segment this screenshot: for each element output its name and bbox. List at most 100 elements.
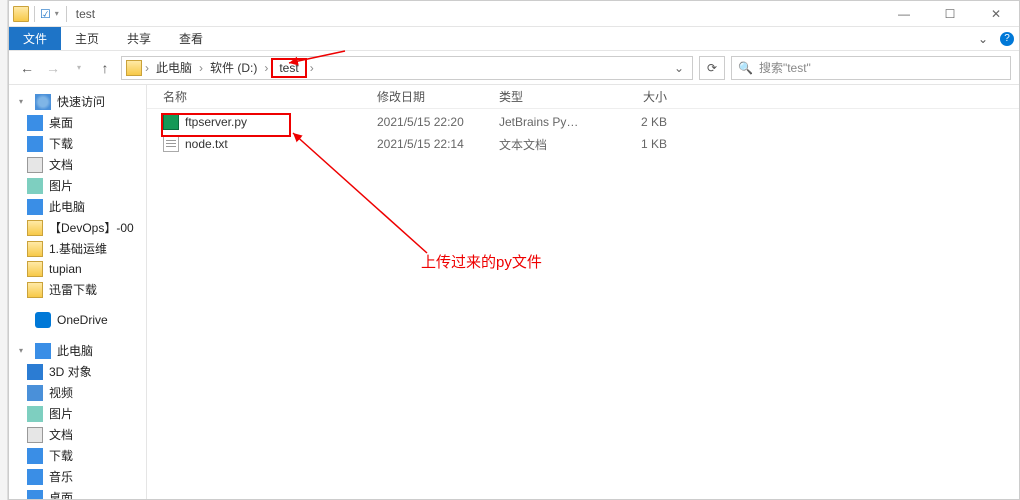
sidebar-item-label: 文档 [49,156,73,173]
sidebar-item-label: 图片 [49,405,73,422]
sidebar-item-label: 此电脑 [49,198,85,215]
qat-checkbox-icon[interactable]: ☑ [40,7,51,21]
chevron-right-icon[interactable]: › [144,61,150,75]
chevron-down-icon[interactable]: ▾ [19,97,29,106]
qat-separator [34,6,35,22]
tab-home[interactable]: 主页 [61,27,113,50]
search-placeholder: 搜索"test" [759,59,811,76]
breadcrumb-drive[interactable]: 软件 (D:) [206,57,261,78]
tab-share[interactable]: 共享 [113,27,165,50]
sidebar-item-label: OneDrive [57,313,108,327]
sidebar-item-pictures2[interactable]: 图片 [9,403,146,424]
col-header-type[interactable]: 类型 [491,88,595,105]
chevron-right-icon[interactable]: › [263,61,269,75]
sidebar-item-thispc2[interactable]: ▾此电脑 [9,340,146,361]
sidebar-item-quick-access[interactable]: ▾ 快速访问 [9,91,146,112]
qat-separator-2 [66,6,67,22]
tab-view[interactable]: 查看 [165,27,217,50]
music-icon [27,469,43,485]
close-button[interactable]: ✕ [973,1,1019,27]
sidebar-item-label: 迅雷下载 [49,281,97,298]
pc-icon [27,199,43,215]
nav-up-button[interactable]: ↑ [95,60,115,76]
text-file-icon [163,136,179,152]
sidebar-item-label: 1.基础运维 [49,240,107,257]
refresh-button[interactable]: ⟳ [699,56,725,80]
breadcrumb-pc[interactable]: 此电脑 [152,57,196,78]
sidebar-item-documents2[interactable]: 文档 [9,424,146,445]
col-header-name[interactable]: 名称 [147,88,369,105]
breadcrumb-current[interactable]: test [271,58,306,78]
desktop-icon [27,490,43,500]
sidebar-item-label: 下载 [49,135,73,152]
sidebar-item-music[interactable]: 音乐 [9,466,146,487]
help-icon: ? [1000,32,1014,46]
sidebar-item-desktop2[interactable]: 桌面 [9,487,146,499]
sidebar-item-label: 【DevOps】-00 [49,219,134,236]
sidebar-item-label: 视频 [49,384,73,401]
file-date: 2021/5/15 22:14 [369,137,491,151]
download-icon [27,136,43,152]
chevron-down-icon[interactable]: ▾ [19,346,29,355]
address-dropdown-icon[interactable]: ⌄ [670,61,688,75]
sidebar-item-video[interactable]: 视频 [9,382,146,403]
sidebar-item-tupian[interactable]: tupian [9,259,146,279]
ribbon-tabs: 文件 主页 共享 查看 ⌄ ? [9,27,1019,51]
sidebar-item-3d[interactable]: 3D 对象 [9,361,146,382]
tab-file[interactable]: 文件 [9,27,61,50]
window-left-gutter [0,0,8,500]
file-row[interactable]: node.txt 2021/5/15 22:14 文本文档 1 KB [147,133,1019,155]
sidebar-item-label: 3D 对象 [49,363,92,380]
titlebar: ☑ ▾ test ― ☐ ✕ [9,1,1019,27]
maximize-button[interactable]: ☐ [927,1,973,27]
sidebar-item-documents[interactable]: 文档 [9,154,146,175]
nav-history-dropdown[interactable]: ▾ [69,63,89,72]
file-name: node.txt [185,137,228,151]
nav-back-button[interactable]: ← [17,60,37,76]
sidebar-item-desktop[interactable]: 桌面 [9,112,146,133]
col-header-date[interactable]: 修改日期 [369,88,491,105]
sidebar-item-onedrive[interactable]: OneDrive [9,310,146,330]
sidebar-item-downloads[interactable]: 下载 [9,133,146,154]
download-icon [27,448,43,464]
sidebar-item-basic[interactable]: 1.基础运维 [9,238,146,259]
chevron-right-icon[interactable]: › [309,61,315,75]
sidebar-item-label: tupian [49,262,82,276]
explorer-window: ☑ ▾ test ― ☐ ✕ 文件 主页 共享 查看 ⌄ ? ← → ▾ ↑ ›… [8,0,1020,500]
sidebar-item-pictures[interactable]: 图片 [9,175,146,196]
folder-icon [27,282,43,298]
file-size: 2 KB [595,115,675,129]
minimize-button[interactable]: ― [881,1,927,27]
file-row[interactable]: ftpserver.py 2021/5/15 22:20 JetBrains P… [147,111,1019,133]
file-type: JetBrains PyChar... [491,115,595,129]
address-bar[interactable]: › 此电脑 › 软件 (D:) › test › ⌄ [121,56,693,80]
sidebar-item-label: 下载 [49,447,73,464]
chevron-right-icon[interactable]: › [198,61,204,75]
file-list-pane: 名称 修改日期 类型 大小 ftpserver.py 2021/5/15 22:… [147,85,1019,499]
sidebar-item-xunlei[interactable]: 迅雷下载 [9,279,146,300]
sidebar-item-thispc[interactable]: 此电脑 [9,196,146,217]
search-box[interactable]: 🔍 搜索"test" [731,56,1011,80]
sidebar-item-label: 桌面 [49,114,73,131]
help-button[interactable]: ? [995,27,1019,50]
col-header-size[interactable]: 大小 [595,88,675,105]
nav-forward-button[interactable]: → [43,60,63,76]
video-icon [27,385,43,401]
picture-icon [27,178,43,194]
onedrive-icon [35,312,51,328]
document-icon [27,157,43,173]
sidebar-item-label: 图片 [49,177,73,194]
file-date: 2021/5/15 22:20 [369,115,491,129]
column-headers: 名称 修改日期 类型 大小 [147,85,1019,109]
search-icon: 🔍 [738,61,753,75]
qat-dropdown-icon[interactable]: ▾ [53,9,61,18]
ribbon-expand-icon[interactable]: ⌄ [971,27,995,50]
file-type: 文本文档 [491,136,595,153]
sidebar-item-downloads2[interactable]: 下载 [9,445,146,466]
folder-icon [13,6,29,22]
nav-sidebar: ▾ 快速访问 桌面 下载 文档 图片 此电脑 【DevOps】-00 1.基础运维… [9,85,147,499]
sidebar-item-label: 快速访问 [57,93,105,110]
pc-icon [35,343,51,359]
sidebar-item-devops[interactable]: 【DevOps】-00 [9,217,146,238]
python-file-icon [163,114,179,130]
